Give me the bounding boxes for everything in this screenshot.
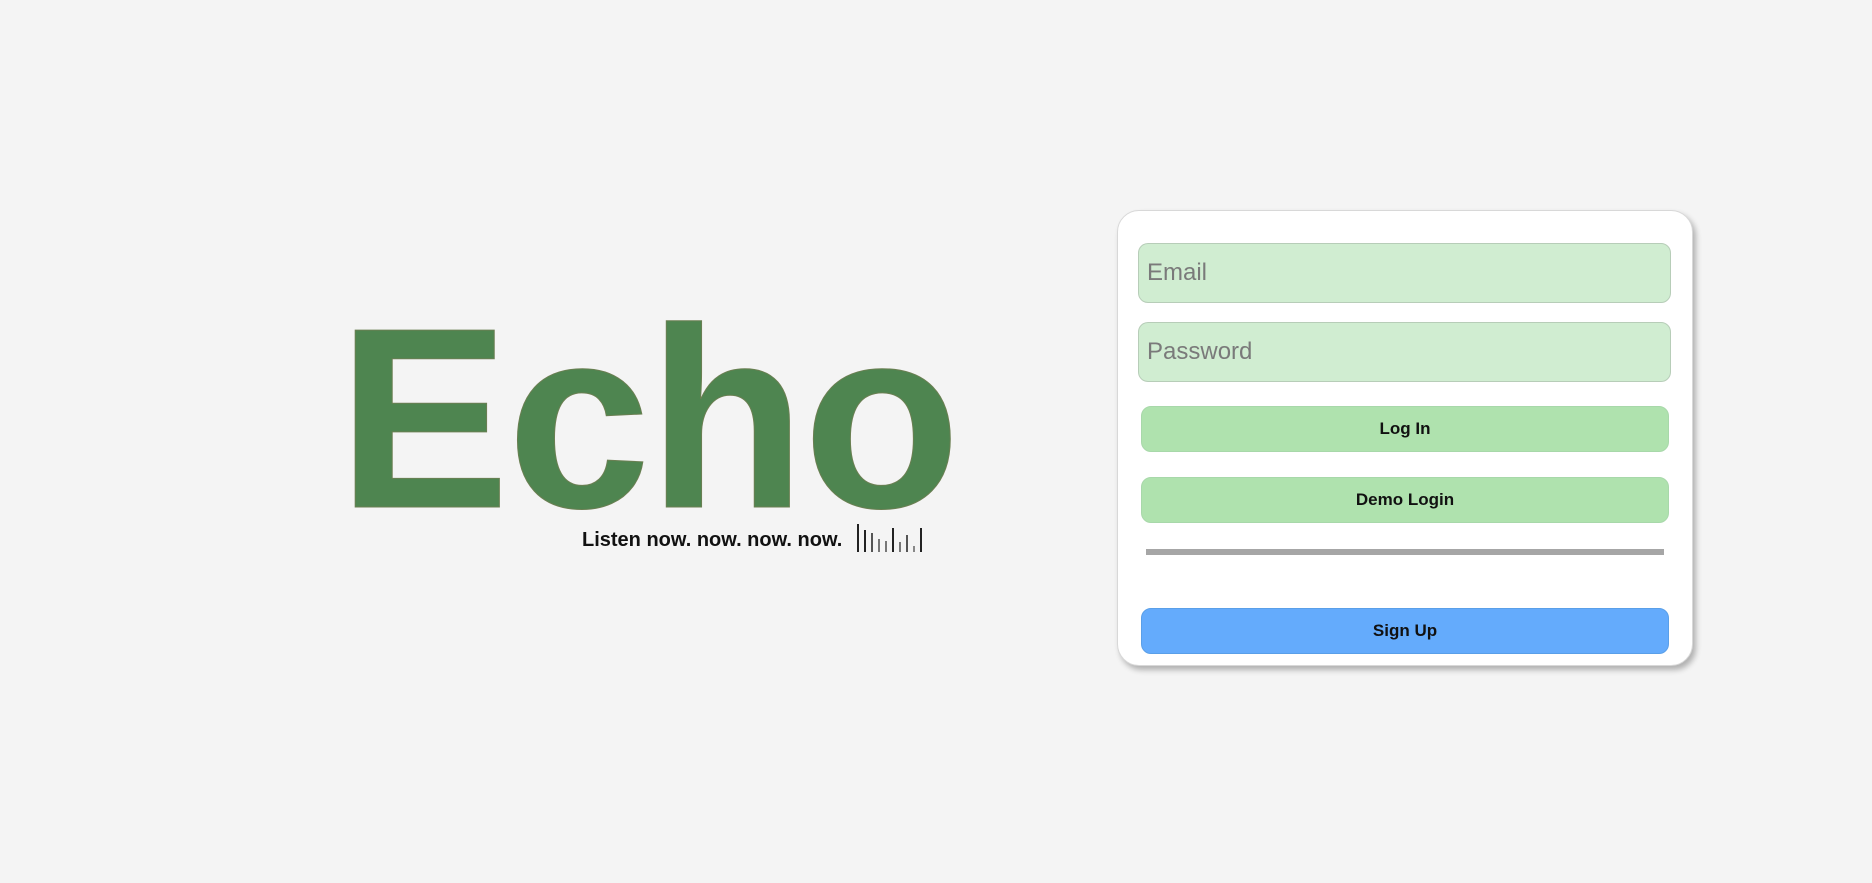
brand-block: Echo Listen now. now. now. now. [338,275,961,562]
login-card: Log In Demo Login Sign Up [1117,210,1693,666]
email-field[interactable] [1138,243,1671,303]
demo-login-button[interactable]: Demo Login [1141,477,1669,523]
tagline-row: Listen now. now. now. now. [582,522,923,552]
tagline: Listen now. now. now. now. [582,529,843,551]
password-field[interactable] [1138,322,1671,382]
login-button[interactable]: Log In [1141,406,1669,452]
app-logo: Echo [338,275,961,562]
soundwave-icon [857,524,923,552]
signup-button[interactable]: Sign Up [1141,608,1669,654]
splash-page: Echo Listen now. now. now. now. Log In D… [0,0,1872,883]
divider [1146,549,1664,555]
